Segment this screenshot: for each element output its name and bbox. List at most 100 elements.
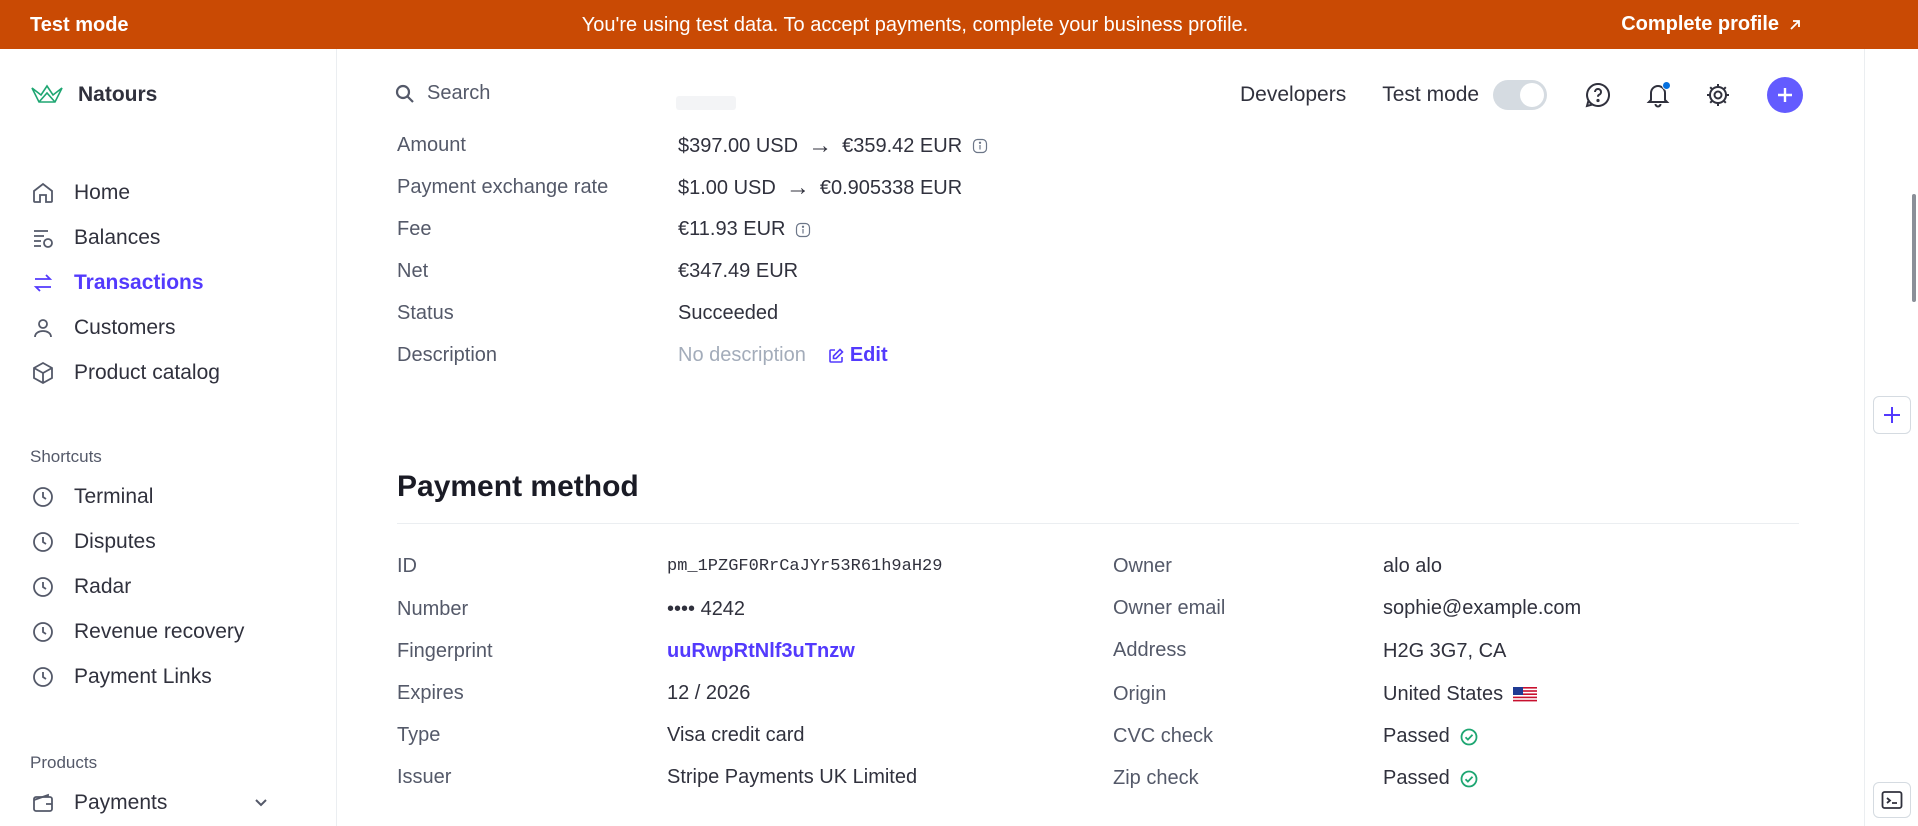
sidebar-item-label: Home xyxy=(74,181,131,204)
sidebar-item-balances[interactable]: Balances xyxy=(30,222,310,254)
create-button[interactable] xyxy=(1767,77,1804,113)
test-mode-toggle[interactable] xyxy=(1493,80,1548,110)
transactions-icon xyxy=(30,270,56,296)
chevron-down-icon[interactable] xyxy=(252,793,270,811)
add-panel-button[interactable] xyxy=(1873,396,1911,434)
sidebar-item-product-catalog[interactable]: Product catalog xyxy=(30,357,310,389)
right-rail-border xyxy=(1864,49,1865,826)
pm-type-value: Visa credit card xyxy=(667,724,805,746)
sidebar-item-label: Product catalog xyxy=(74,361,220,384)
sidebar-item-transactions[interactable]: Transactions xyxy=(30,267,310,299)
edit-description-button[interactable]: Edit xyxy=(828,344,888,367)
pm-number-value: •••• 4242 xyxy=(667,598,746,620)
pm-owner-email-value: sophie@example.com xyxy=(1383,597,1582,619)
sidebar-item-label: Transactions xyxy=(74,271,204,294)
complete-profile-link[interactable]: Complete profile xyxy=(1621,13,1803,36)
sidebar-item-customers[interactable]: Customers xyxy=(30,312,310,344)
fingerprint-link[interactable]: uuRwpRtNlf3uTnzw xyxy=(667,640,855,663)
sidebar-item-label: Customers xyxy=(74,316,176,339)
crown-logo-icon xyxy=(31,84,63,103)
amount-value: $397.00 USD → €359.42 EUR xyxy=(678,132,988,160)
clock-icon xyxy=(30,664,56,690)
box-icon xyxy=(30,360,56,386)
account-name: Natours xyxy=(78,83,158,106)
us-flag-icon xyxy=(1513,686,1538,703)
arrow-right-icon: → xyxy=(785,174,810,201)
status-value: Succeeded xyxy=(678,302,779,324)
clock-icon xyxy=(30,529,56,555)
pm-cvc-value: Passed xyxy=(1383,725,1478,748)
search-input[interactable]: Search xyxy=(395,82,490,105)
sidebar-item-label: Payment Links xyxy=(74,665,212,688)
top-actions: Developers Test mode xyxy=(1240,77,1804,113)
origin-text: United States xyxy=(1383,683,1504,705)
rate-to: €0.905338 EUR xyxy=(819,176,963,199)
fee-amount: €11.93 EUR xyxy=(678,218,786,240)
sidebar-item-label: Revenue recovery xyxy=(74,620,245,643)
search-icon xyxy=(395,84,414,103)
amount-from: $397.00 USD xyxy=(678,134,799,157)
pm-zip-value: Passed xyxy=(1383,767,1478,790)
info-icon[interactable] xyxy=(795,222,811,238)
payment-method-heading: Payment method xyxy=(397,470,639,503)
account-switcher[interactable]: Natours xyxy=(30,83,157,107)
sidebar-item-label: Balances xyxy=(74,226,161,249)
clock-icon xyxy=(30,574,56,600)
net-value: €347.49 EUR xyxy=(678,260,799,282)
settings-button[interactable] xyxy=(1703,80,1733,110)
notifications-button[interactable] xyxy=(1643,80,1673,110)
net-label: Net xyxy=(397,260,429,282)
pm-id-value: pm_1PZGF0RrCaJYr53R61h9aH29 xyxy=(667,557,943,576)
developers-link[interactable]: Developers xyxy=(1240,83,1346,107)
sidebar-item-home[interactable]: Home xyxy=(30,177,310,209)
section-divider xyxy=(397,523,1799,524)
pm-id-label: ID xyxy=(397,555,417,577)
sidebar-item-label: Disputes xyxy=(74,530,156,553)
pm-zip-label: Zip check xyxy=(1113,767,1199,789)
sidebar-item-label: Radar xyxy=(74,575,132,598)
pm-owner-email-label: Owner email xyxy=(1113,597,1226,619)
banner-message: You're using test data. To accept paymen… xyxy=(581,14,1249,36)
pm-issuer-label: Issuer xyxy=(397,766,452,788)
test-mode-label: Test mode xyxy=(1382,83,1480,106)
products-heading: Products xyxy=(30,753,98,772)
description-label: Description xyxy=(397,344,498,366)
sidebar-item-radar[interactable]: Radar xyxy=(30,571,310,603)
rate-from: $1.00 USD xyxy=(678,176,776,199)
terminal-icon xyxy=(1881,791,1903,809)
sidebar: Natours Home Balances Transactions Custo… xyxy=(0,49,337,826)
shell-button[interactable] xyxy=(1873,782,1911,818)
amount-label: Amount xyxy=(397,134,466,156)
clock-icon xyxy=(30,484,56,510)
sidebar-item-payment-links[interactable]: Payment Links xyxy=(30,661,310,693)
help-button[interactable] xyxy=(1583,80,1613,110)
pm-origin-value: United States xyxy=(1383,683,1538,706)
arrow-up-right-icon xyxy=(1790,19,1800,30)
description-value: No description Edit xyxy=(678,344,888,367)
check-circle-icon xyxy=(1460,770,1478,787)
clock-icon xyxy=(30,619,56,645)
gear-icon xyxy=(1707,84,1730,106)
description-text: No description xyxy=(678,344,806,366)
toggle-knob xyxy=(1520,83,1545,107)
test-mode-banner: Test mode You're using test data. To acc… xyxy=(0,0,1918,49)
home-icon xyxy=(30,180,56,206)
amount-to: €359.42 EUR xyxy=(842,134,963,157)
sidebar-item-revenue-recovery[interactable]: Revenue recovery xyxy=(30,616,310,648)
fee-label: Fee xyxy=(397,218,432,240)
sidebar-item-terminal[interactable]: Terminal xyxy=(30,481,310,513)
scrollbar-thumb[interactable] xyxy=(1912,194,1916,302)
check-circle-icon xyxy=(1460,728,1478,745)
pm-origin-label: Origin xyxy=(1113,683,1167,705)
sidebar-item-disputes[interactable]: Disputes xyxy=(30,526,310,558)
pm-type-label: Type xyxy=(397,724,441,746)
sidebar-item-label: Payments xyxy=(74,791,168,814)
info-icon[interactable] xyxy=(972,138,988,154)
pm-address-label: Address xyxy=(1113,639,1187,661)
pm-owner-label: Owner xyxy=(1113,555,1172,577)
plus-icon xyxy=(1884,407,1900,423)
sidebar-item-payments[interactable]: Payments xyxy=(30,787,310,819)
edit-label: Edit xyxy=(849,344,888,366)
cvc-status: Passed xyxy=(1383,725,1450,747)
pm-number-label: Number xyxy=(397,598,469,620)
